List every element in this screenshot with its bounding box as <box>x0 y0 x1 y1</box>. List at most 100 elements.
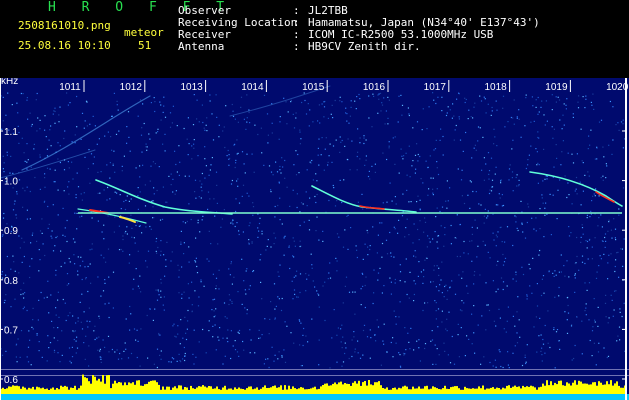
noise-speckle <box>564 175 566 177</box>
noise-speckle <box>353 336 355 338</box>
noise-speckle <box>231 221 233 223</box>
noise-speckle <box>193 94 195 96</box>
meter-bar <box>210 386 212 394</box>
noise-speckle <box>544 352 546 354</box>
meter-bar <box>50 388 52 394</box>
noise-speckle <box>594 321 596 323</box>
noise-speckle <box>477 324 479 326</box>
noise-speckle <box>605 294 607 296</box>
noise-speckle <box>446 112 448 114</box>
noise-speckle <box>261 230 263 232</box>
noise-speckle <box>472 190 474 193</box>
noise-speckle <box>213 316 215 318</box>
noise-speckle <box>275 305 277 307</box>
meter-bar <box>54 389 56 394</box>
meter-bar <box>470 388 472 394</box>
noise-speckle <box>424 302 426 304</box>
noise-speckle <box>54 110 56 113</box>
noise-speckle <box>122 238 124 241</box>
noise-speckle <box>596 271 598 273</box>
meter-bar <box>22 386 24 394</box>
noise-speckle <box>187 320 189 322</box>
noise-speckle <box>299 344 301 346</box>
noise-speckle <box>105 261 107 263</box>
noise-speckle <box>595 188 597 190</box>
noise-speckle <box>32 319 34 321</box>
noise-speckle <box>112 164 114 166</box>
meter-bar <box>582 383 584 394</box>
noise-speckle <box>246 268 248 270</box>
noise-speckle <box>385 110 387 112</box>
noise-speckle <box>436 188 438 190</box>
noise-speckle <box>163 105 165 107</box>
noise-speckle <box>467 292 469 294</box>
noise-speckle <box>332 145 335 147</box>
meter-bar <box>306 389 308 394</box>
noise-speckle <box>363 137 365 139</box>
noise-speckle <box>542 343 545 345</box>
noise-speckle <box>216 116 218 118</box>
noise-speckle <box>494 136 496 138</box>
noise-speckle <box>616 340 618 342</box>
noise-speckle <box>299 240 301 242</box>
noise-speckle <box>83 311 85 313</box>
noise-speckle <box>512 278 514 280</box>
noise-speckle <box>555 144 557 146</box>
noise-speckle <box>207 208 209 210</box>
noise-speckle <box>469 180 471 182</box>
noise-speckle <box>618 214 620 216</box>
noise-speckle <box>380 364 382 366</box>
noise-speckle <box>224 355 226 357</box>
noise-speckle <box>354 313 356 315</box>
noise-speckle <box>114 216 116 218</box>
noise-speckle <box>60 250 62 252</box>
noise-speckle <box>377 272 380 274</box>
noise-speckle <box>594 158 596 160</box>
noise-speckle <box>572 113 574 115</box>
noise-speckle <box>351 140 353 142</box>
noise-speckle <box>449 362 452 364</box>
noise-speckle <box>119 352 121 355</box>
noise-speckle <box>202 328 204 331</box>
noise-speckle <box>36 92 38 95</box>
noise-speckle <box>576 255 578 258</box>
noise-speckle <box>340 328 342 330</box>
noise-speckle <box>232 219 234 221</box>
noise-speckle <box>177 333 179 335</box>
noise-speckle <box>359 158 361 160</box>
noise-speckle <box>506 320 508 322</box>
noise-speckle <box>257 227 259 229</box>
noise-speckle <box>332 117 334 119</box>
noise-speckle <box>70 362 72 364</box>
noise-speckle <box>406 174 408 176</box>
noise-speckle <box>16 102 18 104</box>
meter-bar <box>252 389 254 394</box>
meter-bar <box>94 376 96 394</box>
noise-speckle <box>71 356 74 358</box>
noise-speckle <box>159 219 162 221</box>
noise-speckle <box>543 236 545 238</box>
noise-speckle <box>33 143 35 145</box>
noise-speckle <box>479 127 481 129</box>
noise-speckle <box>603 253 605 255</box>
noise-speckle <box>13 261 15 263</box>
noise-speckle <box>398 352 400 354</box>
meter-bar <box>258 389 260 394</box>
noise-speckle <box>611 237 613 239</box>
noise-speckle <box>10 155 12 157</box>
meter-bar <box>376 382 378 394</box>
noise-speckle <box>96 143 98 145</box>
noise-speckle <box>33 148 35 150</box>
noise-speckle <box>311 318 313 320</box>
noise-speckle <box>339 96 341 98</box>
noise-speckle <box>616 252 618 254</box>
noise-speckle <box>11 104 13 106</box>
noise-speckle <box>109 177 111 179</box>
noise-speckle <box>207 191 210 193</box>
noise-speckle <box>538 335 540 337</box>
noise-speckle <box>265 249 267 251</box>
noise-speckle <box>589 216 591 218</box>
noise-speckle <box>622 265 624 267</box>
noise-speckle <box>608 144 610 146</box>
noise-speckle <box>576 153 578 155</box>
